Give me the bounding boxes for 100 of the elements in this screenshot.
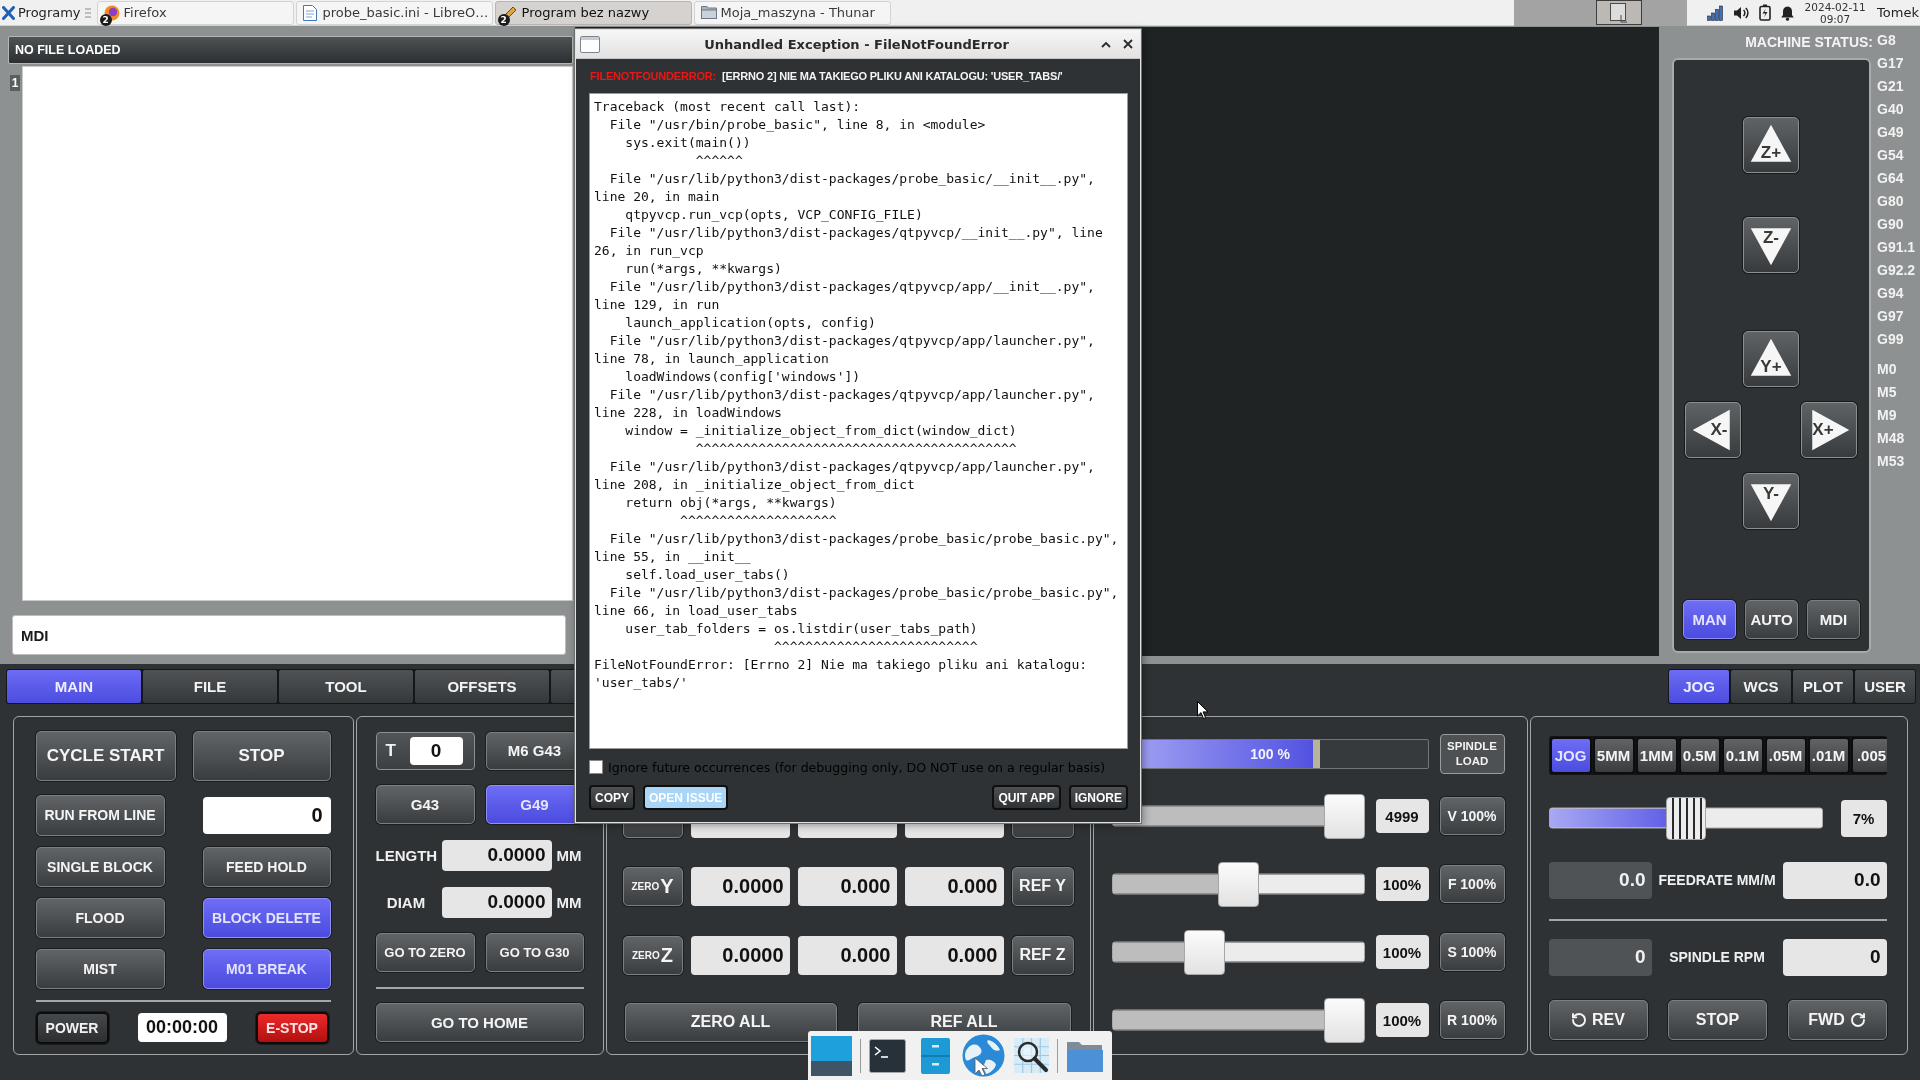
toggle-button[interactable]: SINGLE BLOCK <box>35 846 165 887</box>
slider-thumb[interactable] <box>1323 793 1365 839</box>
battery-icon[interactable] <box>1759 4 1772 21</box>
ignore-checkbox[interactable] <box>589 760 603 774</box>
go-to-g30-button[interactable]: GO TO G30 <box>485 932 584 972</box>
tab[interactable]: USER <box>1855 670 1915 703</box>
taskbar-button[interactable]: 2 Program bez nazwy <box>494 0 692 25</box>
slider-thumb[interactable] <box>1323 997 1365 1043</box>
mode-button[interactable]: MAN <box>1683 600 1736 639</box>
go-to-home-button[interactable]: GO TO HOME <box>375 1002 584 1042</box>
slider[interactable] <box>1111 861 1365 907</box>
ref-axis-button[interactable]: REF Y <box>1011 866 1074 906</box>
zero-axis-button[interactable]: ZEROY <box>622 866 683 906</box>
start-line-input[interactable]: 0 <box>202 796 331 834</box>
axis-move-button[interactable]: X+ <box>1801 402 1857 458</box>
toggle-button[interactable]: FLOOD <box>35 897 165 938</box>
dialog-button[interactable]: COPY <box>589 785 635 810</box>
chevron-up-icon[interactable] <box>1101 40 1111 48</box>
spindle-button[interactable]: REV <box>1548 999 1648 1040</box>
dialog-button[interactable]: QUIT APP <box>992 785 1061 810</box>
toggle-button[interactable]: FEED HOLD <box>202 846 331 887</box>
slider-thumb[interactable] <box>1217 861 1259 907</box>
tab[interactable]: OFFSETS <box>415 670 549 703</box>
toggle-button[interactable]: BLOCK DELETE <box>202 897 331 938</box>
override-button[interactable]: V 100% <box>1439 797 1505 835</box>
slider[interactable] <box>1111 997 1365 1043</box>
file-cabinet-icon[interactable] <box>921 1037 950 1074</box>
tab[interactable]: JOG <box>1669 670 1729 703</box>
stop-button[interactable]: STOP <box>192 730 331 781</box>
toggle-button[interactable]: MIST <box>35 948 165 989</box>
slider[interactable] <box>1548 796 1823 840</box>
override-button[interactable]: F 100% <box>1439 865 1505 903</box>
slider-thumb[interactable] <box>1183 929 1225 975</box>
count-badge: 2 <box>497 13 510 26</box>
axis-move-button[interactable]: Z+ <box>1743 117 1799 173</box>
readout-field[interactable]: 0.0 <box>1782 861 1887 899</box>
increment-button[interactable]: .005 <box>1850 736 1887 774</box>
taskbar-button[interactable]: probe_basic.ini - LibreO… <box>295 0 493 25</box>
value-field[interactable]: 0.0000 <box>441 886 552 918</box>
drag-handle-icon[interactable] <box>84 6 91 19</box>
modal-code: G80 <box>1877 193 1905 211</box>
readout-field[interactable]: 0 <box>1782 938 1887 976</box>
globe-icon[interactable] <box>962 1034 1005 1077</box>
signal-bars-icon[interactable] <box>1707 4 1725 21</box>
applications-menu-button[interactable]: Programy <box>0 0 83 25</box>
tab[interactable]: FILE <box>143 670 277 703</box>
slider[interactable] <box>1111 929 1365 975</box>
increment-button[interactable]: 0.1M <box>1721 736 1764 774</box>
ref-axis-button[interactable]: REF Z <box>1011 935 1074 975</box>
go-to-zero-button[interactable]: GO TO ZERO <box>375 932 475 972</box>
increment-button[interactable]: .01M <box>1807 736 1850 774</box>
field-label: LENGTH <box>375 846 437 864</box>
rotate-ccw-icon <box>1571 1011 1588 1028</box>
search-icon[interactable] <box>1014 1038 1049 1073</box>
mode-button[interactable]: MDI <box>1807 600 1860 639</box>
increment-button[interactable]: 1MM <box>1635 736 1678 774</box>
speaker-icon[interactable] <box>1733 4 1751 21</box>
show-desktop-icon[interactable] <box>811 1035 852 1076</box>
tab[interactable]: WCS <box>1731 670 1791 703</box>
spindle-button[interactable]: STOP <box>1668 999 1767 1040</box>
workspace-button[interactable] <box>1596 0 1643 25</box>
bell-icon[interactable] <box>1780 4 1796 21</box>
taskbar-button[interactable]: 2 Firefox <box>96 0 294 25</box>
terminal-icon[interactable] <box>869 1038 906 1073</box>
e-stop-button[interactable]: E-STOP <box>255 1011 329 1044</box>
axis-move-button[interactable]: Y+ <box>1743 331 1799 387</box>
document-icon <box>302 4 317 21</box>
dialog-button[interactable]: IGNORE <box>1068 785 1128 810</box>
run-from-line-button[interactable]: RUN FROM LINE <box>35 794 165 836</box>
toggle-button[interactable]: M01 BREAK <box>202 948 331 989</box>
close-icon[interactable] <box>1123 39 1133 49</box>
override-button[interactable]: R 100% <box>1439 1001 1505 1039</box>
power-button[interactable]: POWER <box>35 1011 109 1044</box>
axis-move-button[interactable]: Z- <box>1743 217 1799 273</box>
increment-button[interactable]: 0.5M <box>1678 736 1721 774</box>
slider-thumb[interactable] <box>1665 796 1706 840</box>
tool-number-field[interactable]: 0 <box>409 736 463 765</box>
tab[interactable]: MAIN <box>7 670 141 703</box>
mode-button[interactable]: AUTO <box>1745 600 1798 639</box>
field-label: DIAM <box>385 893 427 911</box>
axis-move-button[interactable]: X- <box>1685 402 1741 458</box>
zero-all-button[interactable]: ZERO ALL <box>624 1002 837 1042</box>
offset-mode-button[interactable]: G43 <box>375 784 475 824</box>
taskbar-button[interactable]: Moja_maszyna - Thunar <box>693 0 891 25</box>
axis-move-button[interactable]: Y- <box>1743 473 1799 529</box>
spindle-button[interactable]: FWD <box>1787 999 1887 1040</box>
zero-axis-button[interactable]: ZEROZ <box>622 935 683 975</box>
modal-code: M5 <box>1877 384 1898 402</box>
tab[interactable]: TOOL <box>279 670 413 703</box>
user-name[interactable]: Tomek <box>1877 5 1920 20</box>
traceback-textarea[interactable]: Traceback (most recent call last): File "/usr/bin/probe_basic", line 8, in <module> sys.exit(main()) ^^^^^^ File "/usr/lib/python3/dist-packages/probe_basic/__init__.py", line 20, in main qtpyvcp.run_vcp(opts, VCP_CONFIG_FILE) File "/usr/lib/python3/dist-packages/qtpyvcp/__init__.py", line 26, in run_vcp run(*args, **kwargs) File "/usr/lib/python3/dist-packages/qtpyvcp/app/__init__.py", line 129, in run launch_application(opts, config) File "/usr/lib/python3/dist-packages/qtpyvcp/app/launcher.py", line 78, in launch_application loadWindows(config['windows']) File "/usr/lib/python3/dist-packages/qtpyvcp/app/launcher.py", line 228, in loadWindows window = _initialize_object_from_dict(window_dict) ^^^^^^^^^^^^^^^^^^^^^^^^^^^^^^^^^^^^^^^^^ File "/usr/lib/python3/dist-packages/qtpyvcp/app/launcher.py", line 208, in _initialize_object_from_dict return obj(*args, **kwargs) ^^^^^^^^^^^^^^^^^^^^ File "/usr/lib/python3/dist-packages/probe_basic/probe_basic.py", line 55, in __init__ self.load_user_tabs() File "/usr/lib/python3/dist-packages/probe_basic/probe_basic.py", line 66, in load_user_tabs user_tab_folders = os.listdir(user_tabs_path) ^^^^^^^^^^^^^^^^^^^^^^^^^^ FileNotFoundError: [Errno 2] Nie ma takiego pliku ani katalogu: 'user_tabs/' <box>589 93 1128 749</box>
increment-button[interactable]: 5MM <box>1592 736 1635 774</box>
cycle-start-button[interactable]: CYCLE START <box>35 730 176 781</box>
tab[interactable]: PLOT <box>1793 670 1853 703</box>
increment-button[interactable]: JOG <box>1549 736 1592 774</box>
value-field[interactable]: 0.0000 <box>441 839 552 871</box>
override-button[interactable]: S 100% <box>1439 933 1505 971</box>
increment-button[interactable]: .05M <box>1764 736 1807 774</box>
machine-status-label: MACHINE STATUS: <box>1745 34 1873 52</box>
mdi-input[interactable]: MDI <box>12 615 566 655</box>
